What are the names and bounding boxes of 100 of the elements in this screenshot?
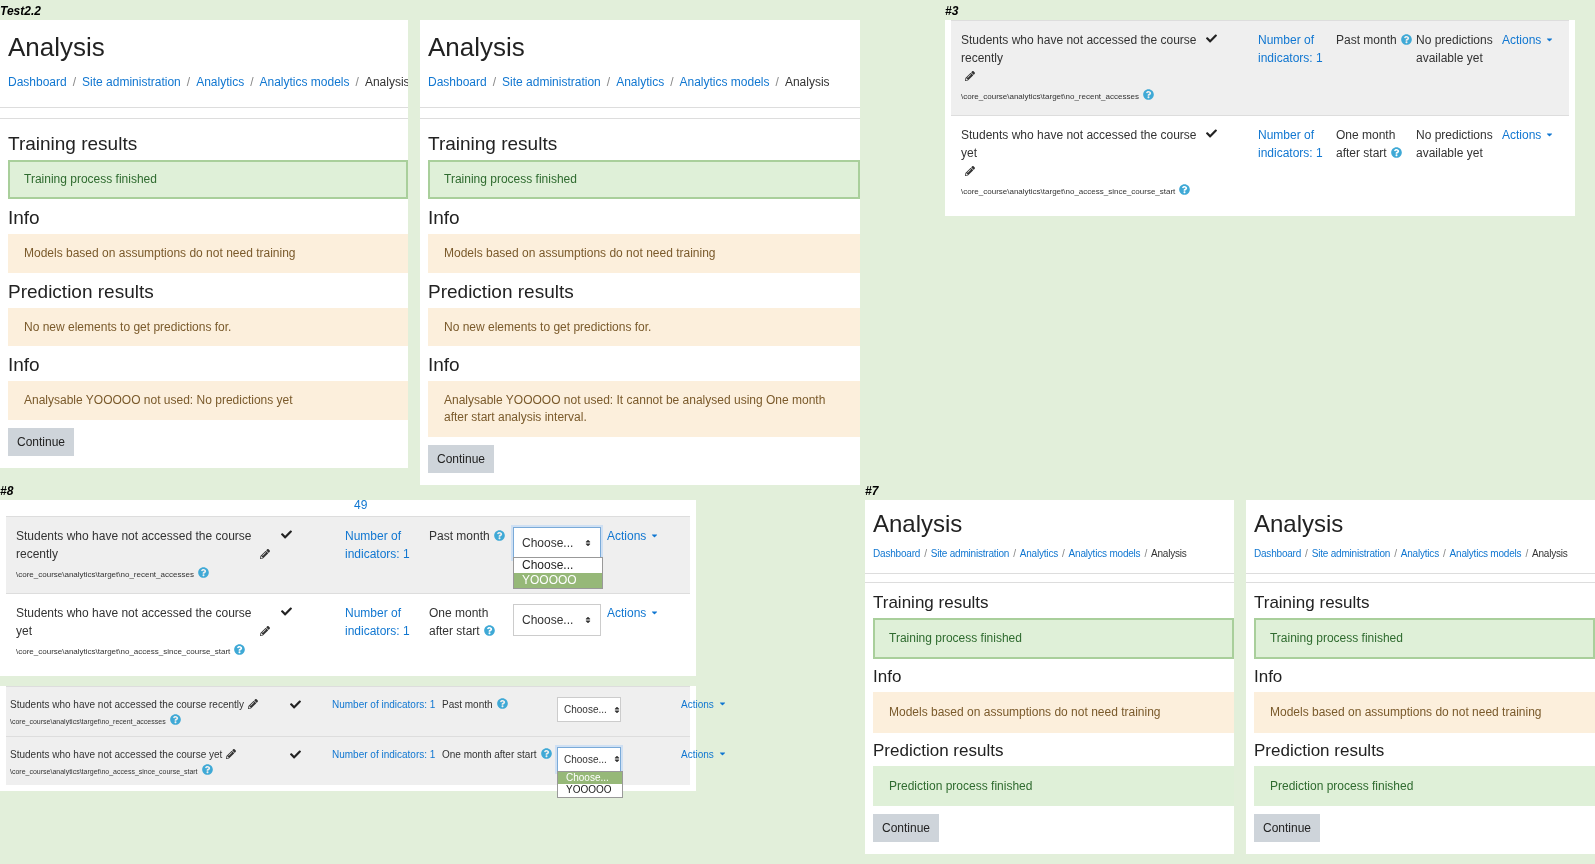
- help-icon[interactable]: [1142, 89, 1154, 100]
- breadcrumb-separator: /: [1013, 548, 1016, 559]
- breadcrumb-separator: /: [1305, 548, 1308, 559]
- sort-arrows-icon: [612, 755, 621, 763]
- page-title: Analysis: [1253, 510, 1345, 538]
- help-icon[interactable]: [540, 747, 552, 759]
- breadcrumb-separator: /: [775, 75, 779, 89]
- indicators-link[interactable]: Number of indicators: 1: [1258, 126, 1336, 162]
- indicators-link[interactable]: Number of indicators: 1: [1258, 31, 1336, 67]
- model-name: Students who have not accessed the course yet: [961, 127, 1198, 162]
- page-link[interactable]: 49: [6, 500, 690, 516]
- breadcrumb-link[interactable]: Dashboard: [8, 75, 67, 89]
- actions-menu[interactable]: Actions: [1502, 128, 1555, 142]
- continue-button[interactable]: Continue: [1253, 814, 1320, 843]
- target-path: \core_course\analytics\target\no_access_since_course_start: [961, 184, 1206, 198]
- help-icon[interactable]: [496, 698, 508, 709]
- breadcrumb-link[interactable]: Dashboard: [428, 75, 487, 89]
- breadcrumb-link[interactable]: Analytics: [196, 75, 245, 89]
- breadcrumb-link[interactable]: Dashboard: [873, 548, 921, 559]
- edit-icon[interactable]: [260, 549, 270, 559]
- breadcrumb-link[interactable]: Site administration: [1311, 548, 1391, 559]
- breadcrumb-link[interactable]: Analytics models: [1068, 548, 1141, 559]
- help-icon[interactable]: [234, 644, 246, 655]
- breadcrumb-link[interactable]: Dashboard: [1253, 548, 1302, 559]
- alert-message: Analysable YOOOOO not used: No predictions yet: [8, 381, 408, 421]
- actions-menu[interactable]: Actions: [607, 606, 660, 620]
- breadcrumb-separator: /: [355, 75, 359, 89]
- breadcrumb-link[interactable]: Analytics models: [679, 75, 770, 89]
- section-heading: Training results: [8, 133, 139, 155]
- alert-message: Training process finished: [873, 618, 1234, 659]
- help-icon[interactable]: [483, 625, 495, 636]
- sort-arrows-icon: [612, 705, 621, 714]
- alert-message: Training process finished: [428, 160, 860, 199]
- alert-message: Training process finished: [1253, 618, 1595, 659]
- edit-icon[interactable]: [248, 699, 259, 709]
- caret-icon: [1545, 130, 1555, 139]
- edit-icon[interactable]: [965, 71, 975, 81]
- breadcrumb-link[interactable]: Analytics: [616, 75, 665, 89]
- breadcrumb-link[interactable]: Site administration: [82, 75, 181, 89]
- section-heading: Prediction results: [1253, 740, 1386, 761]
- help-icon[interactable]: [493, 530, 505, 541]
- analysable-select[interactable]: Choose...: [557, 746, 621, 772]
- section-heading: Info: [8, 206, 41, 229]
- indicators-link[interactable]: Number of indicators: 1: [345, 527, 429, 563]
- help-icon[interactable]: [169, 714, 181, 725]
- help-icon[interactable]: [197, 567, 209, 578]
- alert-message: Analysable YOOOOO not used: It cannot be analysed using One month after start analysis interval.: [428, 381, 860, 437]
- continue-button[interactable]: Continue: [873, 814, 940, 843]
- current-page-name: Analysis: [784, 75, 830, 89]
- caret-icon: [650, 531, 660, 540]
- group-label: #3: [945, 3, 960, 20]
- alert-message: Models based on assumptions do not need training: [873, 691, 1234, 733]
- breadcrumb-link[interactable]: Analytics models: [1449, 548, 1522, 559]
- group-label: Test2.2: [0, 3, 42, 20]
- alert-message: Models based on assumptions do not need training: [428, 233, 860, 273]
- continue-button[interactable]: Continue: [8, 428, 75, 457]
- breadcrumb-link[interactable]: Site administration: [502, 75, 601, 89]
- help-icon[interactable]: [1400, 34, 1412, 45]
- target-path: \core_course\analytics\target\no_recent_accesses: [961, 89, 1206, 103]
- analysable-select[interactable]: Choose...: [513, 527, 601, 559]
- time-period: Past month: [429, 529, 490, 543]
- continue-button[interactable]: Continue: [428, 445, 495, 473]
- edit-icon[interactable]: [260, 626, 270, 636]
- predictions-status: No predictions available yet: [1416, 128, 1493, 160]
- edit-icon[interactable]: [226, 748, 237, 759]
- help-icon[interactable]: [1179, 184, 1191, 195]
- breadcrumb-separator: /: [1144, 548, 1148, 559]
- page-title: Analysis: [428, 32, 526, 63]
- model-name: Students who have not accessed the course recently: [10, 699, 245, 710]
- help-icon[interactable]: [1390, 147, 1402, 158]
- indicators-link[interactable]: Number of indicators: 1: [332, 697, 442, 712]
- actions-menu[interactable]: Actions: [681, 748, 727, 760]
- breadcrumb-separator: /: [186, 75, 191, 89]
- edit-icon[interactable]: [965, 166, 975, 176]
- breadcrumb-link[interactable]: Analytics: [1400, 548, 1439, 559]
- analysable-select[interactable]: Choose...: [557, 697, 621, 722]
- caret-icon: [1545, 35, 1555, 44]
- actions-menu[interactable]: Actions: [1502, 33, 1555, 47]
- help-icon[interactable]: [201, 763, 213, 775]
- indicators-link[interactable]: Number of indicators: 1: [345, 604, 429, 640]
- predictions-status: No predictions available yet: [1416, 33, 1493, 65]
- breadcrumb-separator: /: [72, 75, 77, 89]
- sort-arrows-icon: [584, 539, 592, 547]
- caret-icon: [717, 699, 727, 708]
- breadcrumb-separator: /: [1525, 548, 1528, 559]
- actions-menu[interactable]: Actions: [607, 529, 660, 543]
- breadcrumb-separator: /: [606, 75, 611, 89]
- alert-message: Models based on assumptions do not need training: [1253, 691, 1595, 733]
- actions-menu[interactable]: Actions: [681, 699, 727, 710]
- breadcrumb-link[interactable]: Analytics: [1019, 548, 1058, 559]
- breadcrumb-separator: /: [924, 548, 927, 559]
- group-label: #8: [0, 483, 15, 500]
- breadcrumb-link[interactable]: Analytics models: [259, 75, 350, 89]
- section-heading: Training results: [1253, 593, 1371, 613]
- page-title: Analysis: [8, 32, 106, 63]
- analysable-select[interactable]: Choose...: [513, 604, 601, 636]
- indicators-link[interactable]: Number of indicators: 1: [332, 746, 442, 762]
- section-heading: Training results: [428, 133, 559, 155]
- breadcrumb-link[interactable]: Site administration: [930, 548, 1010, 559]
- breadcrumb-separator: /: [250, 75, 254, 89]
